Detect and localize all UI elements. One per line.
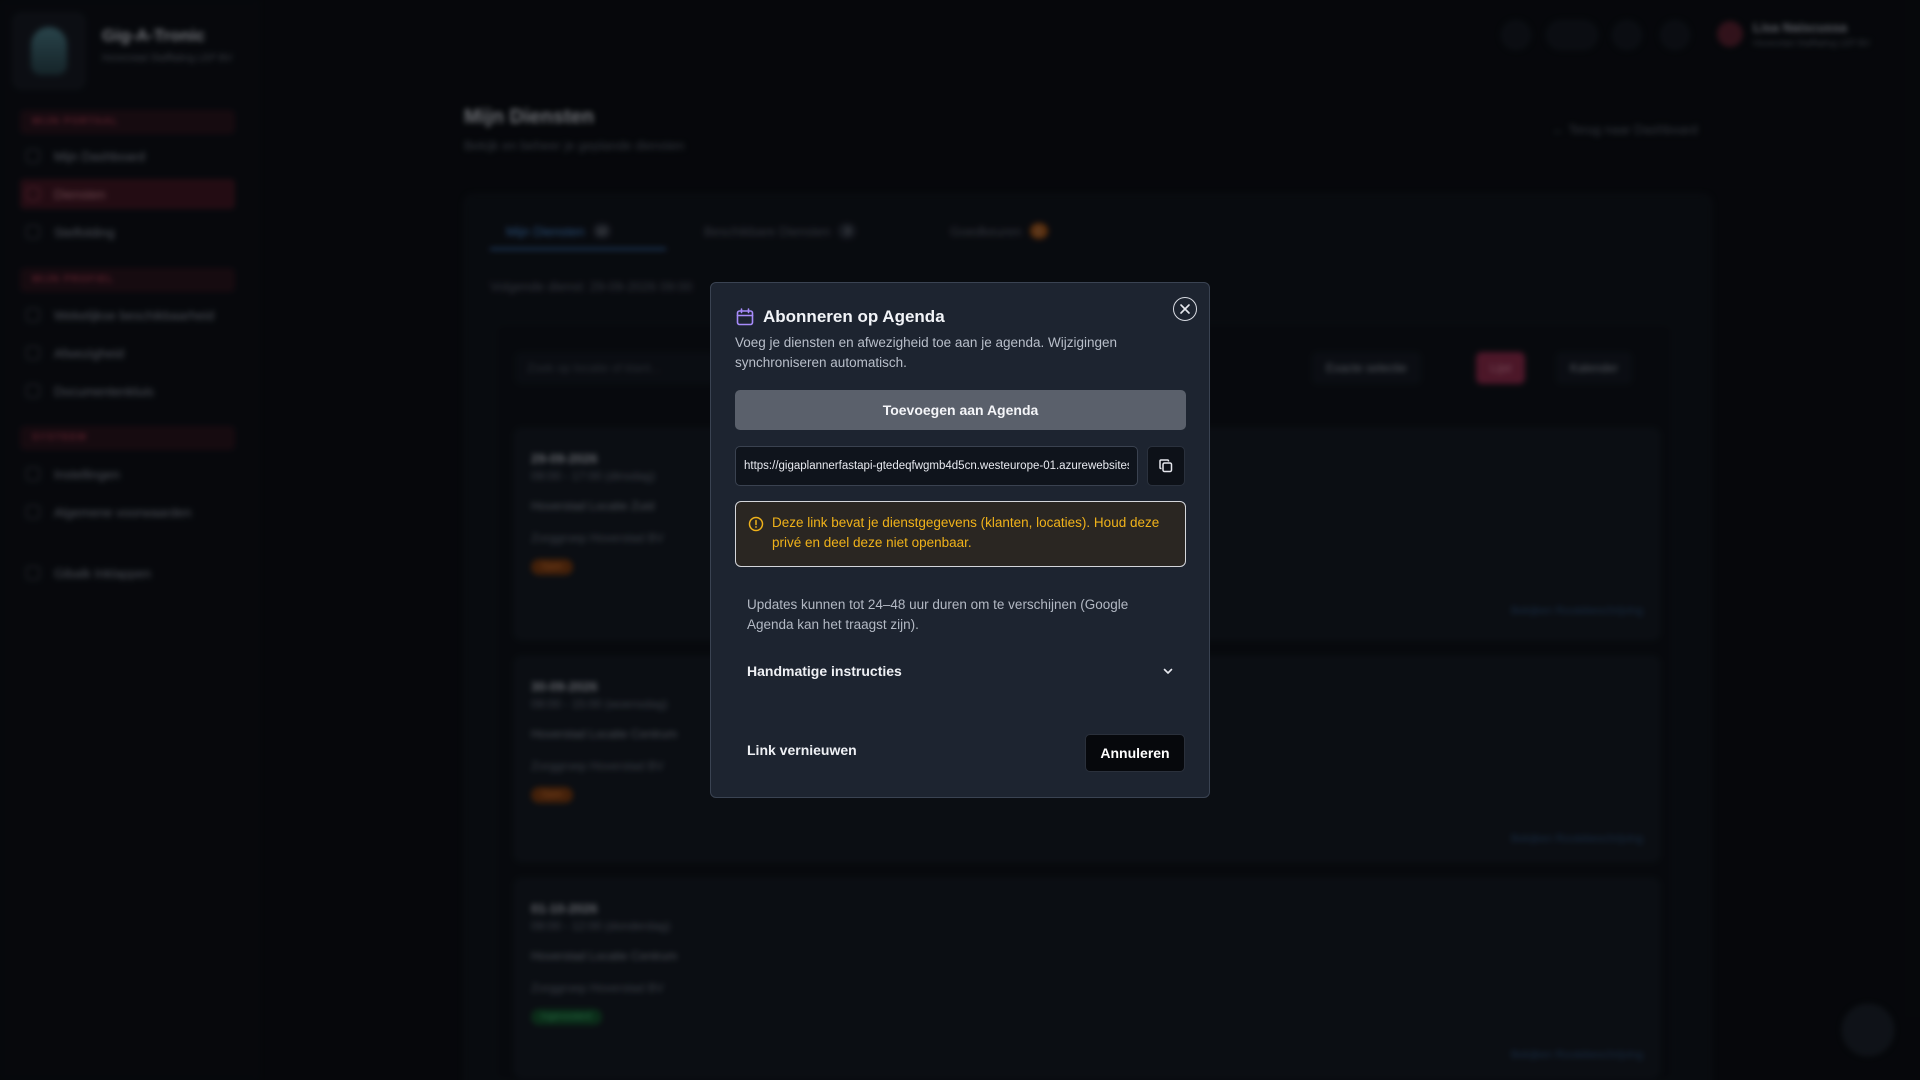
dialog-title: Abonneren op Agenda bbox=[763, 307, 945, 326]
renew-link-button[interactable]: Link vernieuwen bbox=[747, 742, 857, 758]
copy-icon bbox=[1159, 459, 1173, 473]
subscription-url-field[interactable] bbox=[735, 446, 1138, 486]
copy-link-button[interactable] bbox=[1147, 446, 1185, 486]
cancel-button[interactable]: Annuleren bbox=[1085, 734, 1185, 772]
manual-instructions-toggle[interactable]: Handmatige instructies bbox=[735, 655, 1186, 687]
alert-circle-icon bbox=[748, 516, 764, 532]
dialog-description: Voeg je diensten en afwezigheid toe aan … bbox=[735, 335, 1118, 370]
subscribe-calendar-dialog: Abonneren op Agenda Voeg je diensten en … bbox=[710, 282, 1210, 798]
chevron-down-icon bbox=[1163, 668, 1173, 674]
add-to-calendar-button[interactable]: Toevoegen aan Agenda bbox=[735, 390, 1186, 430]
calendar-icon bbox=[736, 308, 754, 326]
warning-text: Deze link bevat je dienstgegevens (klant… bbox=[772, 515, 1160, 550]
close-button[interactable] bbox=[1173, 297, 1197, 321]
manual-instructions-label: Handmatige instructies bbox=[747, 663, 902, 679]
sync-delay-note: Updates kunnen tot 24–48 uur duren om te… bbox=[747, 597, 1129, 632]
close-icon bbox=[1180, 304, 1190, 314]
privacy-warning: Deze link bevat je dienstgegevens (klant… bbox=[735, 501, 1186, 567]
